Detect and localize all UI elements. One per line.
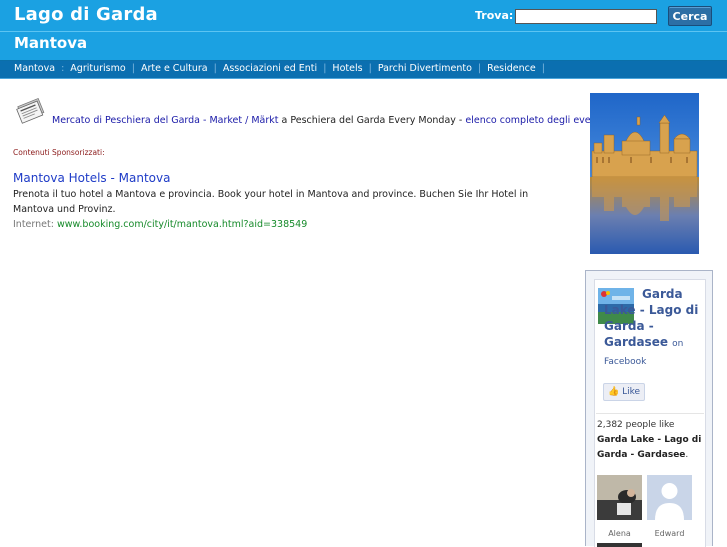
default-avatar-icon: [647, 475, 692, 520]
mantova-skyline-photo[interactable]: [590, 93, 699, 254]
nav-item-agriturismo[interactable]: Agriturismo: [70, 63, 125, 74]
nav-item-parchi[interactable]: Parchi Divertimento: [378, 63, 472, 74]
events-list-link[interactable]: elenco completo degli eventi: [465, 115, 603, 126]
header-divider: [0, 31, 727, 32]
site-title[interactable]: Lago di Garda: [14, 4, 158, 25]
ad-url-label: Internet:: [13, 219, 54, 230]
nav-item-residence[interactable]: Residence: [487, 63, 536, 74]
nav-item-arte-cultura[interactable]: Arte e Cultura: [141, 63, 208, 74]
page-subtitle: Mantova: [14, 34, 88, 52]
facebook-likes-mid: people like: [622, 420, 675, 430]
nav-separator: |: [541, 63, 545, 74]
facebook-likes-count: 2,382: [597, 420, 623, 430]
facebook-like-box: Garda Lake - Lago di Garda - Gardasee on…: [594, 279, 706, 547]
news-link[interactable]: Mercato di Peschiera del Garda - Market …: [52, 115, 279, 126]
search-label: Trova:: [475, 9, 514, 22]
facebook-page-link[interactable]: Garda Lake - Lago di Garda - Gardasee: [604, 287, 698, 349]
facebook-page-name-block: Garda Lake - Lago di Garda - Gardasee on…: [604, 286, 704, 370]
nav-separator: |: [131, 63, 135, 74]
search-input[interactable]: [515, 9, 657, 24]
nav-items: Mantova : Agriturismo | Arte e Cultura |…: [14, 63, 548, 74]
main-nav: Mantova : Agriturismo | Arte e Cultura |…: [0, 61, 727, 78]
news-text: a Peschiera del Garda Every Monday -: [278, 115, 466, 126]
facebook-divider: [596, 413, 704, 414]
ad-url-link[interactable]: www.booking.com/city/it/mantova.html?aid…: [57, 219, 307, 230]
newspaper-icon: [16, 97, 45, 124]
nav-item-hotels[interactable]: Hotels: [332, 63, 362, 74]
nav-separator: :: [61, 63, 65, 74]
facebook-like-button[interactable]: 👍 Like: [603, 383, 645, 401]
fan-name: Edward: [654, 529, 685, 538]
nav-item-associazioni[interactable]: Associazioni ed Enti: [223, 63, 317, 74]
search-button[interactable]: Cerca: [668, 6, 712, 26]
nav-bottom-line: [0, 78, 727, 79]
nav-item-mantova[interactable]: Mantova: [14, 63, 55, 74]
nav-separator: |: [323, 63, 327, 74]
ad-url-line: Internet: www.booking.com/city/it/mantov…: [13, 219, 307, 230]
facebook-fan[interactable]: Alena: [597, 475, 642, 538]
nav-separator: |: [477, 63, 482, 74]
avatar: [597, 543, 642, 547]
nav-separator: |: [368, 63, 372, 74]
news-item: Mercato di Peschiera del Garda - Market …: [52, 115, 603, 126]
ad-title-link[interactable]: Mantova Hotels - Mantova: [13, 171, 170, 185]
facebook-fan[interactable]: Edward: [647, 475, 692, 538]
facebook-likes-text: 2,382 people like Garda Lake - Lago di G…: [597, 418, 703, 463]
facebook-like-label: Like: [622, 387, 641, 397]
ad-description: Prenota il tuo hotel a Mantova e provinc…: [13, 189, 529, 215]
nav-separator: |: [213, 63, 217, 74]
avatar: [597, 475, 642, 520]
facebook-box: Garda Lake - Lago di Garda - Gardasee on…: [585, 270, 713, 547]
site-header: Lago di Garda Mantova Trova: Cerca: [0, 0, 727, 61]
sponsored-label: Contenuti Sponsorizzati:: [13, 148, 105, 157]
thumbs-up-icon: 👍: [607, 387, 620, 397]
fan-name: Alena: [608, 529, 631, 538]
period: .: [685, 450, 689, 460]
